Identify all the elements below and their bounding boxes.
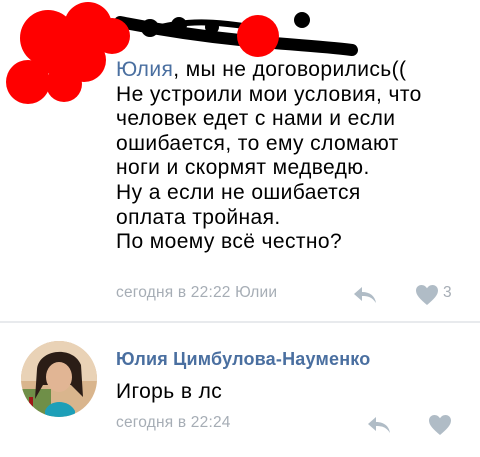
comment-body: , мы не договорились(( Не устроили мои у… [116, 58, 422, 254]
comment-timestamp: сегодня в 22:22 Юлии [116, 284, 278, 301]
comment-text: Игорь в лс [116, 380, 223, 403]
heart-icon[interactable] [428, 414, 452, 436]
reply-icon[interactable] [366, 415, 392, 435]
comment-text: Юлия, мы не договорились(( Не устроили м… [116, 58, 466, 255]
reply-mention-link[interactable]: Юлия [116, 58, 173, 81]
avatar[interactable] [21, 341, 97, 417]
comment-author-link[interactable]: Юлия Цимбулова-Науменко [116, 349, 370, 370]
reply-icon[interactable] [352, 285, 378, 305]
avatar-image [21, 341, 97, 417]
heart-icon[interactable] [415, 284, 439, 306]
comment-item: Юлия, мы не договорились(( Не устроили м… [0, 0, 480, 322]
comment-timestamp: сегодня в 22:24 [116, 414, 231, 431]
comment-item: Юлия Цимбулова-Науменко Игорь в лс сегод… [0, 323, 480, 457]
like-count: 3 [443, 284, 452, 301]
